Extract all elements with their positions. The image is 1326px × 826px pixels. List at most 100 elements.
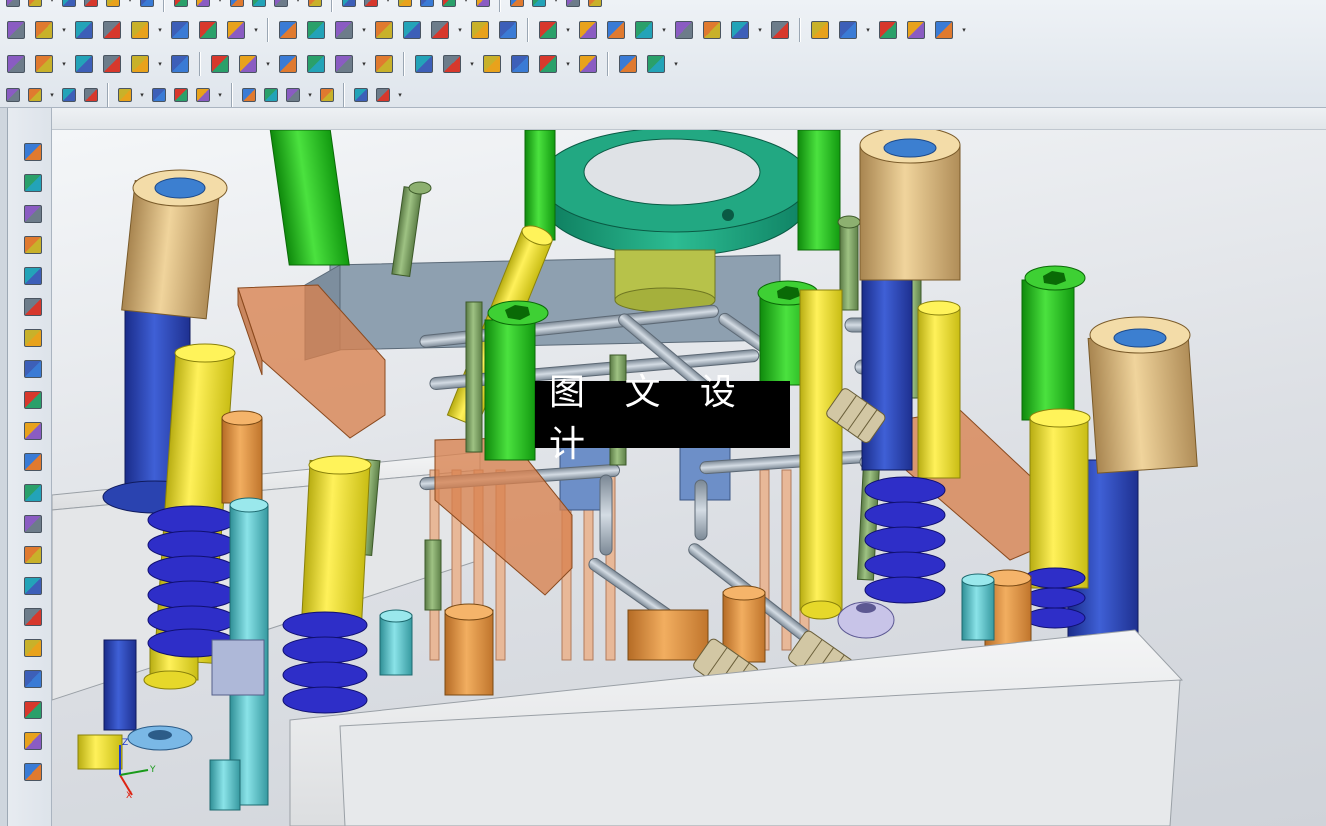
constrain-face-icon[interactable] (194, 0, 212, 9)
dropdown-arrow-icon[interactable]: ▾ (360, 18, 368, 42)
grid-icon[interactable] (374, 86, 392, 104)
wcs-icon[interactable] (276, 52, 300, 76)
history-icon[interactable] (20, 233, 46, 257)
dropdown-arrow-icon[interactable]: ▾ (252, 18, 260, 42)
repair-icon[interactable] (412, 52, 436, 76)
triangle-icon[interactable] (228, 0, 246, 9)
sub-insert-icon[interactable] (304, 52, 328, 76)
replace-face-icon[interactable] (128, 18, 152, 42)
dropdown-arrow-icon[interactable]: ▾ (564, 18, 572, 42)
mold-assembly-model[interactable]: X Y Z (52, 130, 1326, 826)
pocket-icon[interactable] (586, 0, 604, 9)
report-icon[interactable] (644, 52, 668, 76)
parting-icon[interactable] (372, 52, 396, 76)
pull-face-icon[interactable] (138, 0, 156, 9)
standard-parts-icon[interactable] (128, 52, 152, 76)
extrude-icon[interactable] (440, 0, 458, 9)
pull-face-icon[interactable] (168, 18, 192, 42)
extrude-icon[interactable] (536, 18, 560, 42)
cooling-icon[interactable] (440, 52, 464, 76)
block-icon[interactable] (418, 0, 436, 9)
midpoint-icon[interactable] (172, 86, 190, 104)
snap-icon[interactable] (4, 86, 22, 104)
select-box-icon[interactable] (26, 86, 44, 104)
boss-icon[interactable] (332, 52, 356, 76)
surface-icon[interactable] (876, 18, 900, 42)
blend-icon[interactable] (932, 18, 956, 42)
triangle-icon[interactable] (276, 18, 300, 42)
face-icon[interactable] (474, 0, 492, 9)
dropdown-arrow-icon[interactable]: ▾ (294, 0, 302, 12)
sketch-icon[interactable] (400, 18, 424, 42)
dropdown-arrow-icon[interactable]: ▾ (60, 18, 68, 42)
constraint-icon[interactable] (20, 202, 46, 226)
point-icon[interactable] (116, 86, 134, 104)
trim-icon[interactable] (904, 18, 928, 42)
part-tool-icon[interactable] (32, 52, 56, 76)
offset-face-icon[interactable] (60, 0, 78, 9)
assembly-navigator-icon[interactable] (20, 171, 46, 195)
eye-icon[interactable] (576, 52, 600, 76)
pattern-icon[interactable] (20, 388, 46, 412)
slider-icon[interactable] (208, 52, 232, 76)
add-in-icon[interactable] (332, 18, 356, 42)
dropdown-arrow-icon[interactable]: ▾ (138, 83, 146, 107)
history-browser-icon[interactable] (20, 729, 46, 753)
view-icon[interactable] (616, 52, 640, 76)
bom-icon[interactable] (480, 52, 504, 76)
analysis-icon[interactable] (20, 481, 46, 505)
dropdown-arrow-icon[interactable]: ▾ (306, 83, 314, 107)
electrode-icon[interactable] (508, 52, 532, 76)
mold-tool-icon[interactable] (20, 636, 46, 660)
line-icon[interactable] (194, 86, 212, 104)
dropdown-arrow-icon[interactable]: ▾ (156, 52, 164, 76)
dropdown-arrow-icon[interactable]: ▾ (660, 18, 668, 42)
web-icon[interactable] (20, 760, 46, 784)
guide-pin-left[interactable] (269, 130, 350, 266)
dimension-icon[interactable] (530, 0, 548, 9)
surface-tool-icon[interactable] (20, 295, 46, 319)
block-tool-icon[interactable] (20, 512, 46, 536)
offset-face-icon[interactable] (72, 18, 96, 42)
face-tool-icon[interactable] (20, 326, 46, 350)
mold-icon[interactable] (468, 18, 492, 42)
block-icon[interactable] (496, 18, 520, 42)
constrain-face-icon[interactable] (224, 18, 248, 42)
arc-icon[interactable] (240, 86, 258, 104)
dropdown-arrow-icon[interactable]: ▾ (756, 18, 764, 42)
table-icon[interactable] (304, 18, 328, 42)
mold-base-icon[interactable] (100, 52, 124, 76)
dropdown-arrow-icon[interactable]: ▾ (468, 52, 476, 76)
drawing-icon[interactable] (536, 52, 560, 76)
plate-icon[interactable] (20, 357, 46, 381)
delete-face-icon[interactable] (100, 18, 124, 42)
pad-icon[interactable] (604, 18, 628, 42)
resource-bar-tab-strip[interactable] (0, 108, 8, 826)
dropdown-arrow-icon[interactable]: ▾ (216, 83, 224, 107)
part-navigator-icon[interactable] (20, 140, 46, 164)
table-icon[interactable] (250, 0, 268, 9)
dropdown-arrow-icon[interactable]: ▾ (216, 0, 224, 12)
center-icon[interactable] (262, 86, 280, 104)
endpoint-icon[interactable] (150, 86, 168, 104)
dropdown-arrow-icon[interactable]: ▾ (48, 83, 56, 107)
red-solid-icon[interactable] (20, 264, 46, 288)
dropdown-arrow-icon[interactable]: ▾ (396, 83, 404, 107)
dropdown-arrow-icon[interactable]: ▾ (264, 52, 272, 76)
sketch-icon[interactable] (340, 0, 358, 9)
face-icon[interactable] (576, 18, 600, 42)
dropdown-arrow-icon[interactable]: ▾ (960, 18, 968, 42)
route-icon[interactable] (728, 18, 752, 42)
mold-wizard-icon[interactable] (4, 52, 28, 76)
layout-icon[interactable] (72, 52, 96, 76)
cylinder-icon[interactable] (428, 18, 452, 42)
shade-icon[interactable] (82, 86, 100, 104)
solid-view-icon[interactable] (60, 86, 78, 104)
green-bolt-right[interactable] (1021, 265, 1086, 421)
spring-right[interactable] (864, 476, 946, 604)
measure-icon[interactable] (20, 450, 46, 474)
dropdown-arrow-icon[interactable]: ▾ (552, 0, 560, 12)
section-icon[interactable] (20, 574, 46, 598)
replace-face-icon[interactable] (104, 0, 122, 9)
doc-tool-icon[interactable] (236, 52, 260, 76)
